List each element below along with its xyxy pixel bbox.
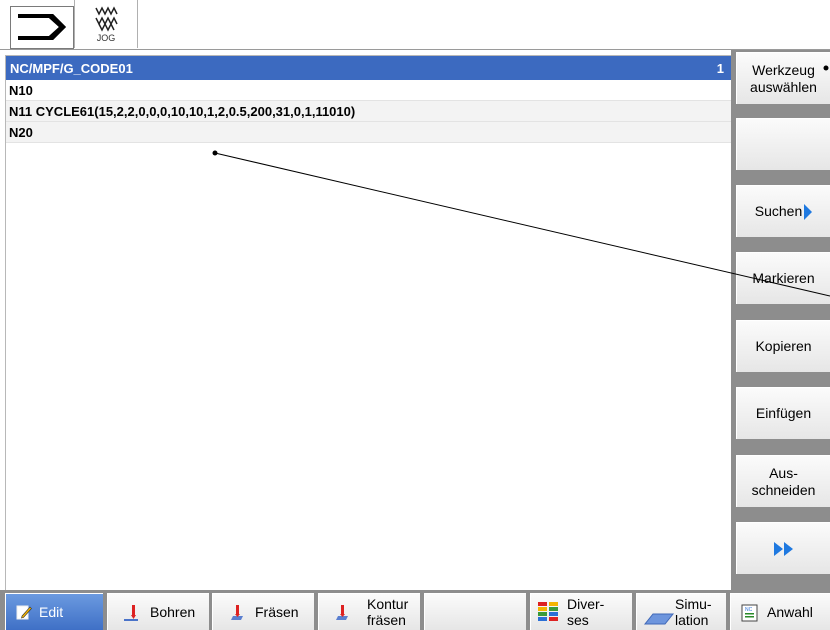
annotation-leader-lines <box>212 65 830 297</box>
